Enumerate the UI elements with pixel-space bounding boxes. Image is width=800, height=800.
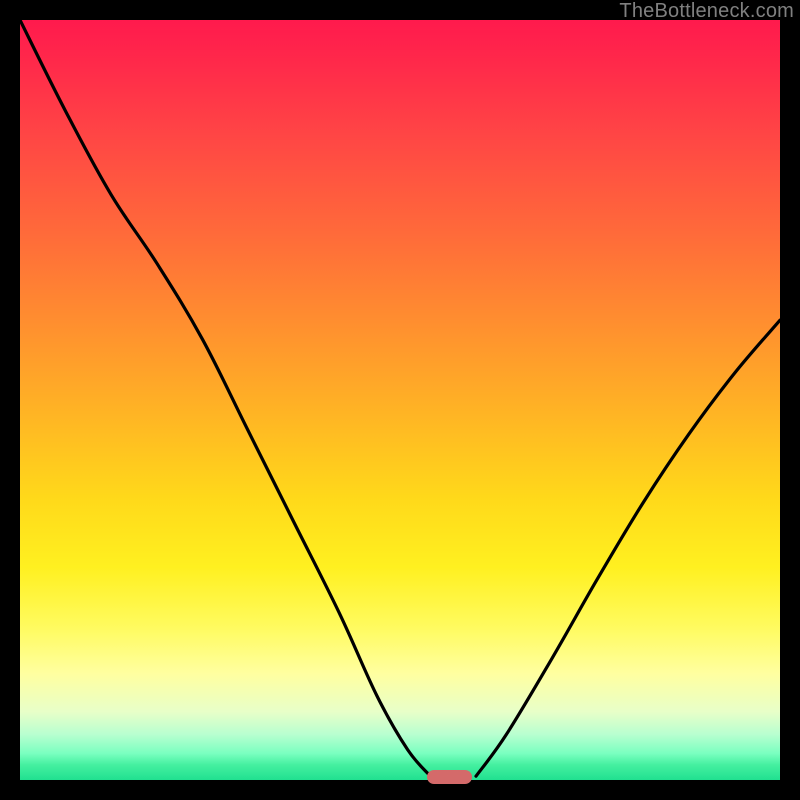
bottleneck-curve [20, 20, 780, 780]
chart-container: TheBottleneck.com [0, 0, 800, 800]
curve-left [20, 20, 430, 776]
curve-right [476, 320, 780, 776]
plot-area [20, 20, 780, 780]
dip-marker [427, 770, 473, 784]
